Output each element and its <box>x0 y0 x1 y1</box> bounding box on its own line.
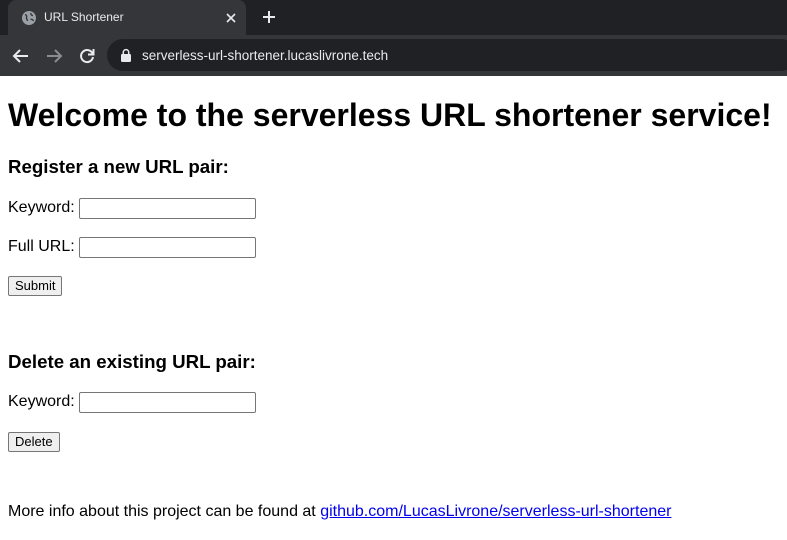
browser-tab[interactable]: URL Shortener <box>8 0 246 35</box>
full-url-input[interactable] <box>79 237 256 258</box>
footer-text: More info about this project can be foun… <box>8 503 316 520</box>
footer-info: More info about this project can be foun… <box>8 502 671 522</box>
arrow-left-icon[interactable] <box>11 46 31 66</box>
globe-icon <box>22 11 36 25</box>
delete-keyword-input[interactable] <box>79 392 256 413</box>
register-keyword-input[interactable] <box>79 198 256 219</box>
lock-icon[interactable] <box>120 48 132 62</box>
close-icon[interactable] <box>224 11 238 25</box>
register-heading: Register a new URL pair: <box>8 156 229 177</box>
arrow-right-icon[interactable] <box>44 46 64 66</box>
page-content: Welcome to the serverless URL shortener … <box>0 76 787 540</box>
github-link[interactable]: github.com/LucasLivrone/serverless-url-s… <box>320 503 671 520</box>
url-text[interactable]: serverless-url-shortener.lucaslivrone.te… <box>142 48 388 64</box>
register-keyword-label: Keyword: <box>8 199 75 216</box>
page-title: Welcome to the serverless URL shortener … <box>8 97 772 133</box>
address-bar[interactable]: serverless-url-shortener.lucaslivrone.te… <box>107 39 787 71</box>
tab-title: URL Shortener <box>44 10 124 24</box>
submit-button[interactable]: Submit <box>8 276 63 296</box>
delete-heading: Delete an existing URL pair: <box>8 351 256 372</box>
tab-strip: URL Shortener <box>0 0 787 35</box>
browser-toolbar: serverless-url-shortener.lucaslivrone.te… <box>0 35 787 76</box>
reload-icon[interactable] <box>77 46 97 66</box>
plus-icon[interactable] <box>261 9 277 25</box>
full-url-label: Full URL: <box>8 238 75 255</box>
delete-button[interactable]: Delete <box>8 432 60 452</box>
delete-keyword-label: Keyword: <box>8 393 75 410</box>
